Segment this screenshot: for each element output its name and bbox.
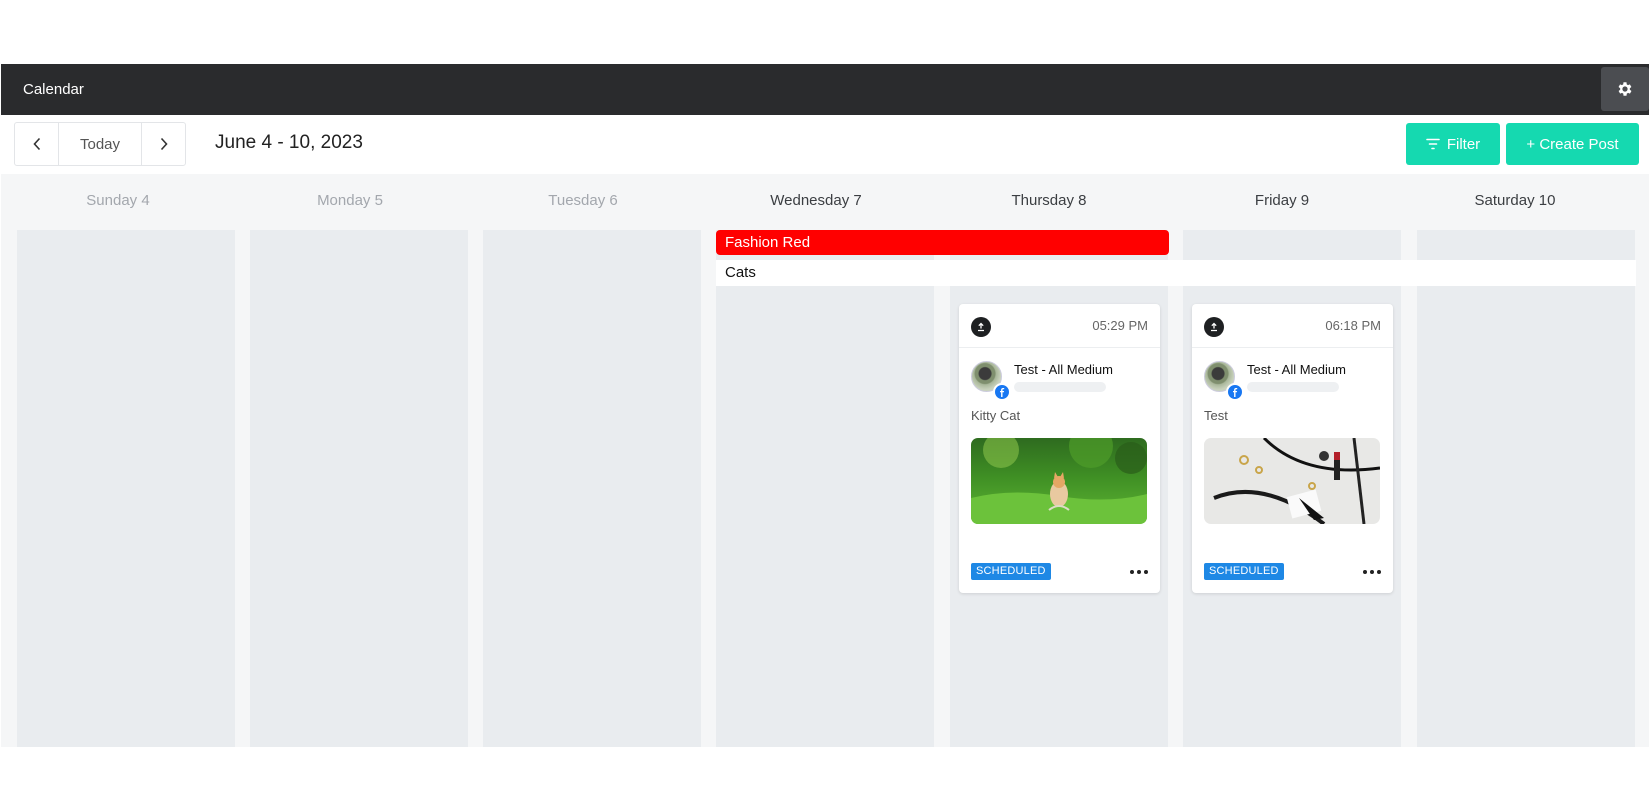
post-caption: Kitty Cat xyxy=(971,408,1021,423)
post-account: Test - All Medium xyxy=(971,360,1151,401)
post-time: 06:18 PM xyxy=(1325,318,1381,333)
day-column-sunday[interactable] xyxy=(17,230,235,747)
post-image-kitten[interactable] xyxy=(971,438,1147,524)
gear-icon xyxy=(1618,82,1632,96)
day-column-monday[interactable] xyxy=(250,230,468,747)
page-title: Calendar xyxy=(23,81,84,98)
day-header-wednesday: Wednesday 7 xyxy=(770,192,862,209)
event-fashion-red[interactable]: Fashion Red xyxy=(716,230,1169,255)
filter-label: Filter xyxy=(1446,135,1481,153)
next-week-button[interactable] xyxy=(142,123,185,165)
event-cats[interactable]: Cats xyxy=(716,260,1636,286)
day-header-tuesday: Tuesday 6 xyxy=(548,192,618,209)
day-header-saturday: Saturday 10 xyxy=(1474,192,1556,209)
upload-icon xyxy=(1204,317,1224,337)
account-handle-redacted xyxy=(1247,382,1339,392)
status-badge: SCHEDULED xyxy=(1204,563,1284,580)
top-bar: Calendar xyxy=(1,64,1649,115)
account-name: Test - All Medium xyxy=(1247,362,1346,377)
post-time: 05:29 PM xyxy=(1092,318,1148,333)
post-card-header: 06:18 PM xyxy=(1192,304,1393,348)
facebook-icon xyxy=(1226,383,1244,401)
day-column-saturday[interactable] xyxy=(1417,230,1635,747)
post-card[interactable]: 05:29 PM Test - All Medium Kitty Cat SCH… xyxy=(959,304,1160,593)
post-image-accessories[interactable] xyxy=(1204,438,1380,524)
more-options-icon[interactable] xyxy=(1130,563,1148,580)
filter-button[interactable]: Filter xyxy=(1406,123,1500,165)
post-card-header: 05:29 PM xyxy=(959,304,1160,348)
day-header-sunday: Sunday 4 xyxy=(86,192,150,209)
day-column-tuesday[interactable] xyxy=(483,230,701,747)
date-range-label: June 4 - 10, 2023 xyxy=(215,132,363,153)
day-column-wednesday[interactable] xyxy=(716,230,934,747)
previous-week-button[interactable] xyxy=(15,123,58,165)
status-badge: SCHEDULED xyxy=(971,563,1051,580)
upload-icon xyxy=(971,317,991,337)
account-handle-redacted xyxy=(1014,382,1106,392)
day-header-thursday: Thursday 8 xyxy=(1011,192,1087,209)
post-account: Test - All Medium xyxy=(1204,360,1384,401)
calendar-app: Calendar Today June 4 - 10, 2023 Filter … xyxy=(1,64,1649,747)
create-post-button[interactable]: + Create Post xyxy=(1506,123,1639,165)
facebook-icon xyxy=(993,383,1011,401)
day-header-monday: Monday 5 xyxy=(317,192,383,209)
settings-button[interactable] xyxy=(1601,67,1649,111)
account-name: Test - All Medium xyxy=(1014,362,1113,377)
filter-icon xyxy=(1426,138,1440,150)
post-caption: Test xyxy=(1204,408,1228,423)
date-navigation: Today xyxy=(14,122,186,166)
chevron-right-icon xyxy=(160,137,168,151)
calendar-toolbar: Today June 4 - 10, 2023 Filter + Create … xyxy=(1,115,1649,174)
post-card[interactable]: 06:18 PM Test - All Medium Test SCHEDULE… xyxy=(1192,304,1393,593)
day-header-friday: Friday 9 xyxy=(1254,192,1310,209)
more-options-icon[interactable] xyxy=(1363,563,1381,580)
chevron-left-icon xyxy=(32,137,40,151)
today-button[interactable]: Today xyxy=(58,123,142,165)
